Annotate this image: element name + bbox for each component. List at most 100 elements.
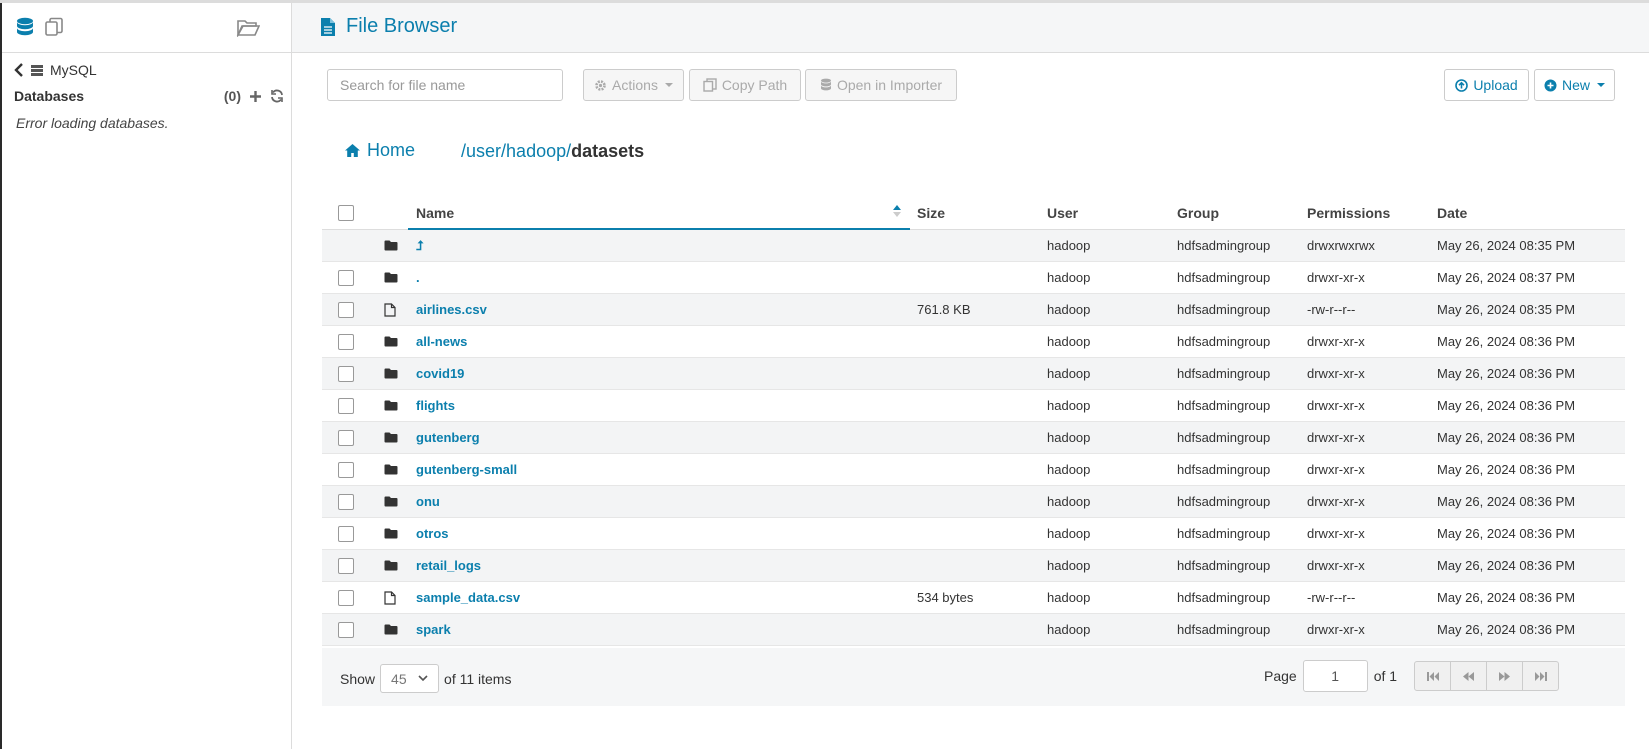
file-permissions: drwxrwxrwx [1307,238,1375,253]
last-page-icon [1534,671,1548,682]
page-total: of 1 [1373,668,1398,684]
column-name[interactable]: Name [416,196,454,229]
sort-icon[interactable] [892,204,902,218]
actions-button[interactable]: Actions [583,69,684,101]
file-user: hadoop [1047,622,1091,637]
first-page-button[interactable] [1414,661,1452,691]
folder-icon [384,262,398,293]
breadcrumb-hadoop[interactable]: hadoop [506,141,566,161]
folder-icon [384,230,398,261]
row-checkbox[interactable] [338,326,354,357]
row-checkbox[interactable] [338,422,354,453]
upload-label: Upload [1473,77,1518,93]
page-size-control: Show 45 of 11 items [340,664,511,693]
search-input[interactable] [327,69,563,101]
file-name-link[interactable]: all-news [416,326,467,357]
file-text-icon [320,17,336,37]
folder-icon [384,358,398,389]
open-in-importer-button[interactable]: Open in Importer [805,69,957,101]
copy-path-button[interactable]: Copy Path [689,69,801,101]
refresh-icon[interactable] [270,89,284,103]
prev-page-icon [1462,671,1475,682]
table-row[interactable]: gutenberg hadoop hdfsadmingroup drwxr-xr-x M… [322,422,1625,454]
row-checkbox[interactable] [338,358,354,389]
file-name-link[interactable]: flights [416,390,455,421]
upload-button[interactable]: Upload [1444,69,1529,101]
column-permissions[interactable]: Permissions [1307,196,1390,229]
table-row[interactable]: covid19 hadoop hdfsadmingroup drwxr-xr-x May… [322,358,1625,390]
page-title: File Browser [346,15,458,37]
row-checkbox[interactable] [338,262,354,293]
folder-icon [384,422,398,453]
file-size: 534 bytes [917,590,974,605]
file-name-link[interactable]: otros [416,518,449,549]
back-to-mysql[interactable]: MySQL [14,62,97,78]
row-checkbox[interactable] [338,518,354,549]
home-link[interactable]: Home [344,140,415,161]
database-icon[interactable] [16,17,34,39]
row-checkbox[interactable] [338,294,354,325]
page-number-input[interactable]: 1 [1302,660,1368,692]
file-name-link[interactable]: gutenberg [416,422,480,453]
chevron-left-icon [14,63,24,77]
file-permissions: drwxr-xr-x [1307,270,1365,285]
row-checkbox[interactable] [338,390,354,421]
table-row[interactable]: spark hadoop hdfsadmingroup drwxr-xr-x May 2… [322,614,1625,646]
column-group[interactable]: Group [1177,196,1219,229]
new-label: New [1562,77,1591,93]
page-size-value: 45 [391,670,407,687]
copy-icon[interactable] [44,17,64,37]
column-size[interactable]: Size [917,196,945,229]
table-row[interactable]: . hadoop hdfsadmingroup drwxr-xr-x May 26, 2… [322,262,1625,294]
plus-icon[interactable] [249,90,262,103]
file-name-link[interactable]: covid19 [416,358,464,389]
next-page-button[interactable] [1486,661,1524,691]
pagination: Page 1 of 1 [1264,660,1560,692]
home-label: Home [367,140,416,160]
breadcrumb-user[interactable]: user [466,141,501,161]
folder-icon [384,550,398,581]
table-row[interactable]: flights hadoop hdfsadmingroup drwxr-xr-x May… [322,390,1625,422]
table-row[interactable]: retail_logs hadoop hdfsadmingroup drwxr-xr-… [322,550,1625,582]
file-name-link[interactable]: sample_data.csv [416,582,520,613]
row-checkbox[interactable] [338,486,354,517]
file-name-link[interactable]: . [416,262,420,293]
last-page-button[interactable] [1522,661,1560,691]
table-row[interactable]: airlines.csv 761.8 KB hadoop hdfsadmingroup… [322,294,1625,326]
folder-icon [384,486,398,517]
file-name-link[interactable]: onu [416,486,440,517]
gear-icon [594,79,607,92]
table-row[interactable]: gutenberg-small hadoop hdfsadmingroup drwxr… [322,454,1625,486]
file-user: hadoop [1047,398,1091,413]
row-checkbox[interactable] [338,550,354,581]
row-checkbox[interactable] [338,454,354,485]
table-row[interactable]: otros hadoop hdfsadmingroup drwxr-xr-x May 2… [322,518,1625,550]
next-page-icon [1498,671,1511,682]
chevron-down-icon [1597,83,1606,87]
new-button[interactable]: New [1534,69,1615,101]
table-row[interactable]: onu hadoop hdfsadmingroup drwxr-xr-x May 26,… [322,486,1625,518]
file-name-link[interactable]: gutenberg-small [416,454,517,485]
first-page-icon [1426,671,1440,682]
file-name-link[interactable]: spark [416,614,451,645]
row-checkbox[interactable] [338,582,354,613]
table-row[interactable]: sample_data.csv 534 bytes hadoop hdfsadming… [322,582,1625,614]
prev-page-button[interactable] [1450,661,1488,691]
folder-open-icon[interactable] [236,17,260,37]
folder-icon [384,390,398,421]
file-name-link[interactable]: airlines.csv [416,294,487,325]
page-size-select[interactable]: 45 [380,664,440,693]
breadcrumb: /user/hadoop/datasets [461,141,644,162]
page-header: File Browser [292,3,1649,53]
file-date: May 26, 2024 08:36 PM [1437,558,1576,573]
column-user[interactable]: User [1047,196,1078,229]
table-row[interactable]: ⮥ hadoop hdfsadmingroup drwxrwxrwx May 26, 2… [322,230,1625,262]
file-name-link[interactable]: retail_logs [416,550,481,581]
column-date[interactable]: Date [1437,196,1467,229]
row-checkbox[interactable] [338,614,354,645]
file-name-link[interactable]: ⮥ [416,230,424,261]
file-date: May 26, 2024 08:35 PM [1437,238,1576,253]
file-group: hdfsadmingroup [1177,334,1271,349]
select-all-checkbox[interactable] [338,196,354,229]
table-row[interactable]: all-news hadoop hdfsadmingroup drwxr-xr-x Ma… [322,326,1625,358]
